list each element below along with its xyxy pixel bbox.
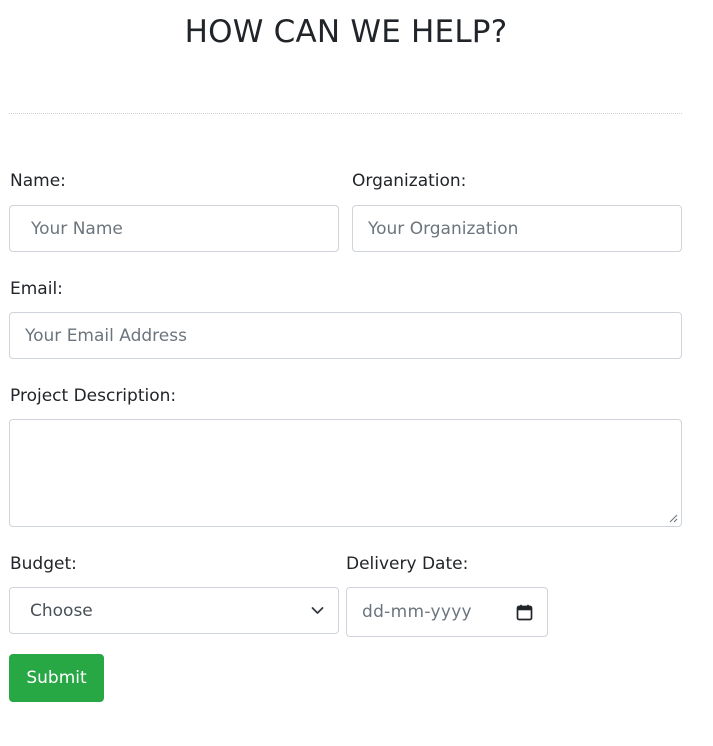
page-title: HOW CAN WE HELP?: [184, 14, 508, 50]
chevron-down-icon: [311, 607, 324, 614]
budget-label: Budget:: [10, 554, 77, 574]
email-label: Email:: [10, 279, 63, 299]
submit-button[interactable]: Submit: [9, 654, 104, 702]
calendar-icon[interactable]: [516, 604, 533, 621]
section-divider: [9, 113, 682, 114]
delivery-date-label: Delivery Date:: [346, 554, 469, 574]
budget-select[interactable]: Choose: [9, 587, 339, 634]
budget-selected-value: Choose: [30, 600, 93, 621]
delivery-date-placeholder: dd-mm-yyyy: [362, 602, 472, 622]
name-label: Name:: [10, 171, 66, 191]
delivery-date-input[interactable]: dd-mm-yyyy: [346, 587, 548, 637]
project-description-textarea[interactable]: [9, 419, 682, 527]
organization-label: Organization:: [352, 171, 467, 191]
organization-input[interactable]: [352, 205, 682, 252]
resize-handle-icon[interactable]: [668, 513, 678, 523]
project-description-label: Project Description:: [10, 386, 177, 406]
email-input[interactable]: [9, 312, 682, 359]
name-input[interactable]: [9, 205, 339, 252]
